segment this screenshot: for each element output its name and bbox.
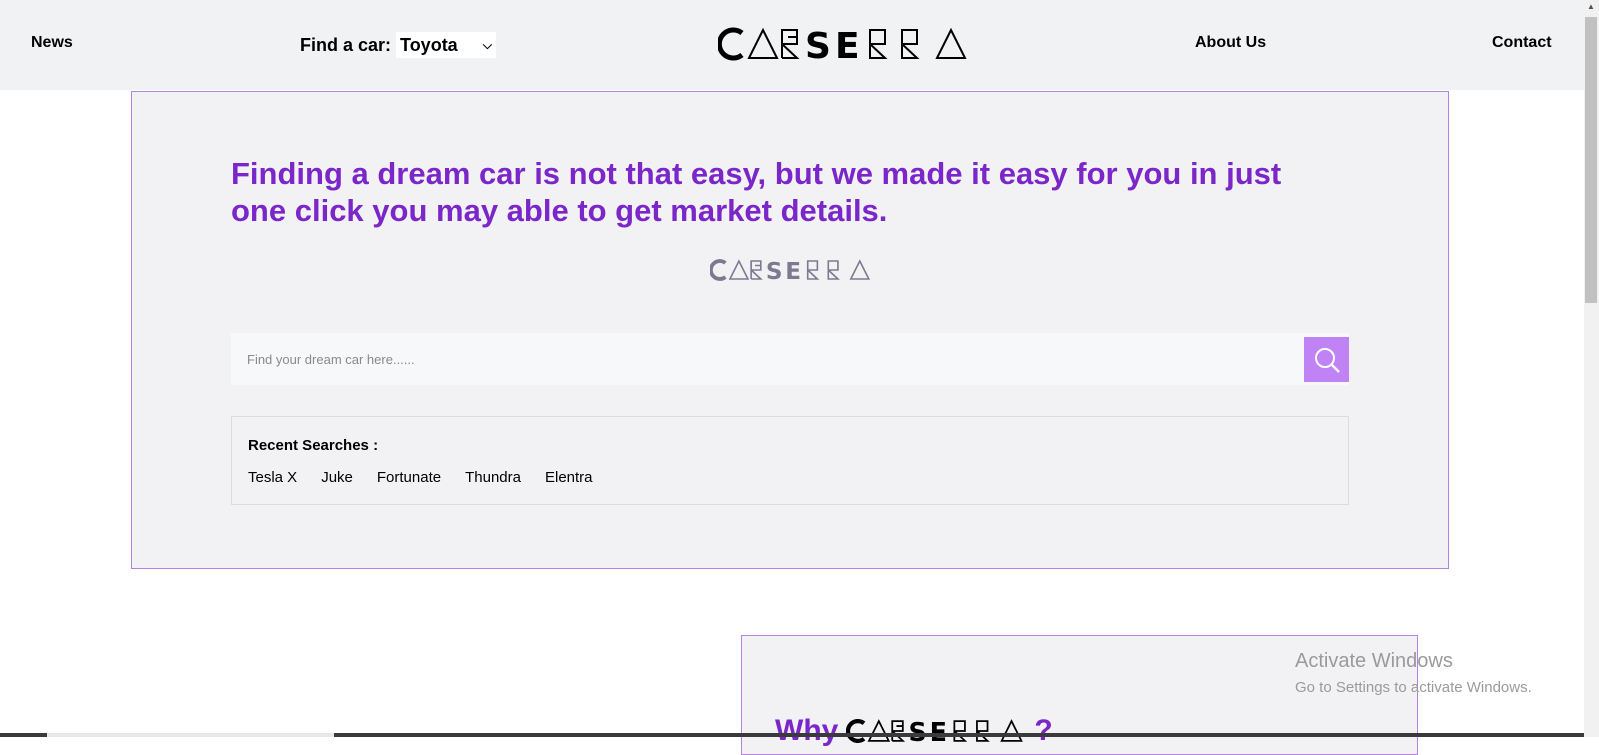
why-title: Why S E ?	[775, 714, 1053, 748]
svg-text:E: E	[785, 259, 801, 281]
horizontal-scrollbar-thumb[interactable]	[47, 733, 334, 737]
svg-text:E: E	[835, 27, 860, 61]
search-input[interactable]	[231, 333, 1301, 385]
recent-search-item[interactable]: Fortunate	[377, 469, 441, 486]
navbar: News Find a car: Toyota ⌵ S E About Us C…	[0, 0, 1584, 90]
nav-news-link[interactable]: News	[31, 34, 73, 52]
scroll-up-arrow-icon[interactable]: ▲	[1587, 2, 1595, 11]
carserra-logo[interactable]: S E	[718, 27, 970, 61]
search-icon	[1314, 347, 1340, 373]
svg-text:S: S	[909, 719, 927, 743]
hero-title: Finding a dream car is not that easy, bu…	[231, 156, 1282, 228]
chevron-down-icon: ⌵	[482, 37, 493, 52]
recent-searches-title: Recent Searches :	[248, 437, 379, 454]
hero-panel: Finding a dream car is not that easy, bu…	[131, 91, 1449, 569]
nav-about-link[interactable]: About Us	[1195, 34, 1266, 52]
find-car-label: Find a car:	[300, 34, 392, 55]
carserra-logo-art: S E	[718, 27, 967, 61]
car-make-selected: Toyota	[400, 34, 458, 55]
watermark-line-2: Go to Settings to activate Windows.	[1295, 679, 1532, 696]
why-suffix: ?	[1034, 714, 1053, 747]
recent-search-item[interactable]: Thundra	[465, 469, 521, 486]
search-box	[231, 333, 1349, 385]
recent-searches-panel: Recent Searches : Tesla X Juke Fortunate…	[231, 416, 1349, 505]
why-prefix: Why	[775, 714, 839, 747]
svg-text:E: E	[930, 719, 947, 743]
svg-text:S: S	[805, 27, 831, 61]
find-car-group: Find a car: Toyota ⌵	[300, 32, 497, 58]
hero-logo-art: S E	[710, 259, 871, 281]
recent-search-item[interactable]: Elentra	[545, 469, 593, 486]
recent-search-item[interactable]: Tesla X	[248, 469, 297, 486]
hero-carserra-logo: S E	[710, 259, 872, 281]
recent-searches-list: Tesla X Juke Fortunate Thundra Elentra	[248, 469, 593, 486]
nav-contact-link[interactable]: Contact	[1492, 34, 1552, 52]
search-button[interactable]	[1304, 337, 1349, 382]
car-make-select[interactable]: Toyota ⌵	[396, 32, 497, 58]
svg-text:S: S	[766, 259, 783, 281]
scrollbar-thumb[interactable]	[1585, 17, 1597, 303]
windows-activation-watermark: Activate Windows Go to Settings to activ…	[1295, 650, 1532, 696]
why-logo-art: S E	[846, 719, 1024, 743]
recent-search-item[interactable]: Juke	[321, 469, 353, 486]
watermark-line-1: Activate Windows	[1295, 650, 1453, 672]
